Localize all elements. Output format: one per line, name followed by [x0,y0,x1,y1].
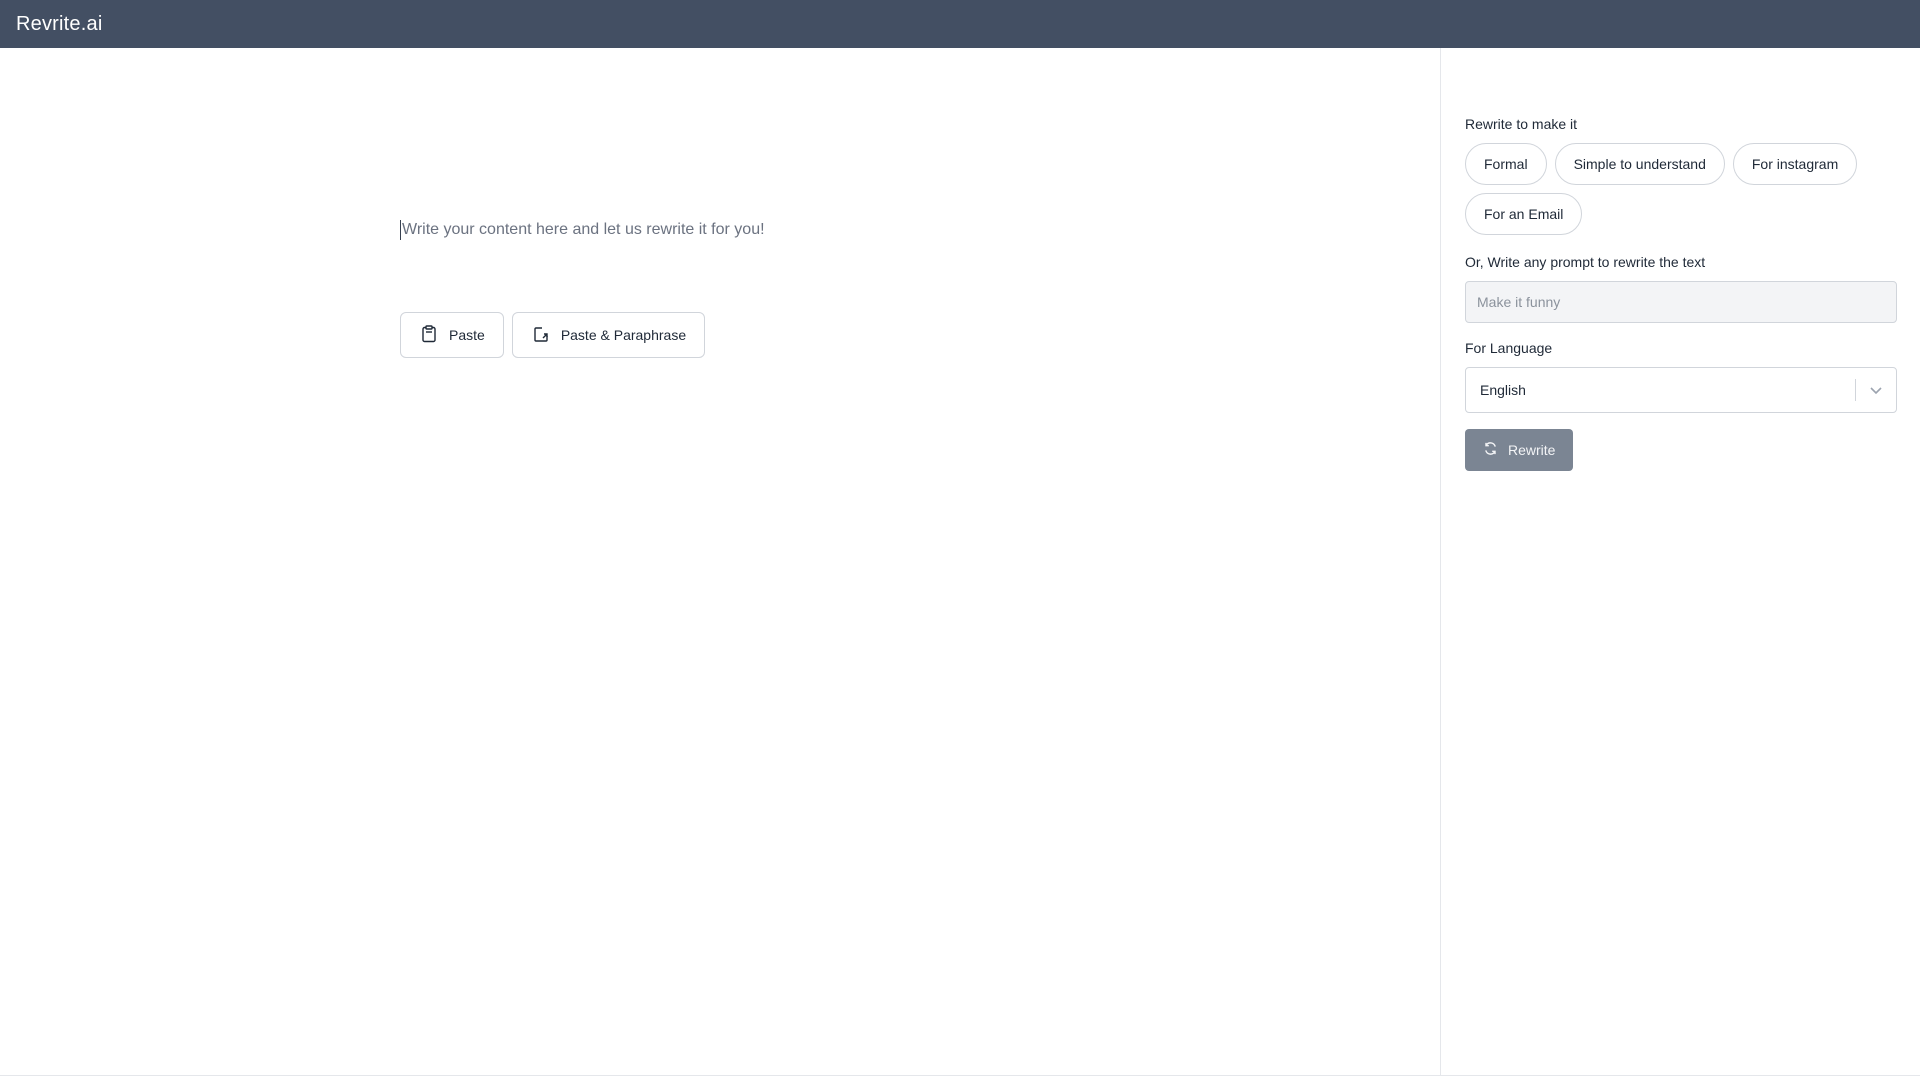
bottom-divider [0,1075,1920,1076]
text-caret [400,220,401,240]
paste-button[interactable]: Paste [400,312,504,358]
editor-area[interactable]: Write your content here and let us rewri… [0,48,1440,1075]
option-simple[interactable]: Simple to understand [1554,143,1725,185]
top-navbar: Revrite.ai [0,0,1920,48]
paste-paraphrase-button[interactable]: Paste & Paraphrase [511,312,706,358]
language-label: For Language [1465,340,1553,356]
select-indicator[interactable] [1855,368,1896,412]
clipboard-icon [419,324,439,347]
language-select[interactable]: English [1465,367,1897,413]
editor-input[interactable]: Write your content here and let us rewri… [400,220,765,240]
option-instagram[interactable]: For instagram [1732,143,1858,185]
rewrite-button[interactable]: Rewrite [1465,429,1574,471]
app-logo[interactable]: Revrite.ai [16,13,102,36]
paste-actions: Paste Paste & Paraphrase [400,312,706,358]
prompt-label: Or, Write any prompt to rewrite the text [1465,254,1706,270]
option-email[interactable]: For an Email [1465,193,1583,235]
rewrite-sidebar: Rewrite to make it Formal Simple to unde… [1440,48,1920,1075]
rewrite-button-label: Rewrite [1508,442,1556,458]
paste-paraphrase-label: Paste & Paraphrase [560,327,687,343]
language-selected-value: English [1480,382,1526,398]
rewrite-heading: Rewrite to make it [1465,116,1578,132]
editor-placeholder-text: Write your content here and let us rewri… [402,221,765,238]
rewrite-options: Formal Simple to understand For instagra… [1465,143,1885,235]
option-formal[interactable]: Formal [1465,143,1547,185]
chevron-down-icon [1856,382,1896,398]
prompt-input[interactable] [1465,281,1897,323]
paste-button-label: Paste [449,327,485,343]
refresh-icon [1483,441,1498,459]
paste-export-icon [531,324,551,347]
